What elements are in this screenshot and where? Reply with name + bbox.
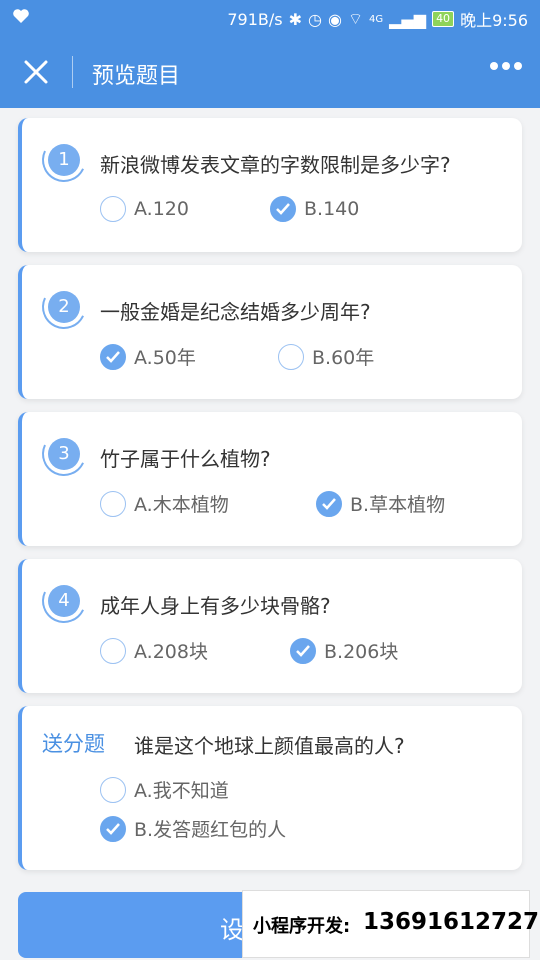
bonus-question-card: 送分题 谁是这个地球上颜值最高的人? A.我不知道 B.发答题红包的人	[18, 706, 522, 870]
check-icon[interactable]	[100, 815, 126, 842]
page-title: 预览题目	[92, 64, 181, 89]
question-number: 4	[48, 585, 80, 617]
radio-unchecked-icon[interactable]	[278, 343, 304, 370]
bonus-label: 送分题	[42, 732, 105, 756]
option-label: B.发答题红包的人	[134, 819, 287, 841]
option-label: B.206块	[324, 641, 399, 663]
option-label: A.120	[134, 198, 189, 220]
option-a[interactable]: A.木本植物	[100, 490, 229, 517]
submit-button-label: 设	[220, 916, 244, 944]
question-number: 3	[48, 438, 80, 470]
option-b[interactable]: B.草本植物	[316, 490, 445, 517]
option-label: A.我不知道	[134, 780, 229, 802]
promo-phone: 13691612727	[363, 909, 540, 935]
nav-bar: 预览题目	[0, 36, 540, 108]
check-icon[interactable]	[290, 637, 316, 664]
option-a[interactable]: A.208块	[100, 637, 208, 664]
question-card-3: 3 竹子属于什么植物? A.木本植物 B.草本植物	[18, 412, 522, 546]
radio-unchecked-icon[interactable]	[100, 196, 126, 222]
network-speed: 791B/s	[227, 9, 283, 29]
eye-icon: ◉	[328, 9, 342, 29]
heart-icon	[12, 8, 30, 28]
question-list: 1 新浪微博发表文章的字数限制是多少字? A.120 B.140 2 一般金婚是…	[18, 118, 522, 883]
close-icon[interactable]	[18, 54, 54, 90]
promo-label: 小程序开发:	[253, 916, 351, 937]
question-text: 新浪微博发表文章的字数限制是多少字?	[100, 153, 451, 177]
question-text: 成年人身上有多少块骨骼?	[100, 594, 331, 618]
clock: 晚上9:56	[460, 11, 528, 30]
option-a[interactable]: A.120	[100, 196, 189, 222]
check-icon[interactable]	[316, 490, 342, 517]
option-label: B.60年	[312, 347, 375, 369]
option-label: B.140	[304, 198, 360, 220]
check-icon[interactable]	[270, 196, 296, 222]
radio-unchecked-icon[interactable]	[100, 490, 126, 517]
option-label: B.草本植物	[350, 494, 446, 516]
option-b[interactable]: B.140	[270, 196, 359, 222]
option-b[interactable]: B.206块	[290, 637, 398, 664]
option-a[interactable]: A.我不知道	[100, 776, 229, 803]
option-label: A.50年	[134, 347, 196, 369]
option-b[interactable]: B.60年	[278, 343, 374, 370]
question-card-4: 4 成年人身上有多少块骨骼? A.208块 B.206块	[18, 559, 522, 693]
question-card-2: 2 一般金婚是纪念结婚多少周年? A.50年 B.60年	[18, 265, 522, 399]
radio-unchecked-icon[interactable]	[100, 776, 126, 803]
option-label: A.木本植物	[134, 494, 229, 516]
signal-icon: ▂▄▆	[389, 9, 427, 29]
network-type: 4G	[369, 13, 384, 25]
radio-unchecked-icon[interactable]	[100, 637, 126, 664]
option-b[interactable]: B.发答题红包的人	[100, 815, 286, 842]
check-icon[interactable]	[100, 343, 126, 370]
option-a[interactable]: A.50年	[100, 343, 196, 370]
question-card-1: 1 新浪微博发表文章的字数限制是多少字? A.120 B.140	[18, 118, 522, 252]
promo-banner: 小程序开发: 13691612727	[242, 890, 539, 958]
wifi-icon: ⌔	[347, 9, 364, 28]
alarm-icon: ◷	[308, 9, 322, 29]
question-text: 竹子属于什么植物?	[100, 447, 271, 471]
status-bar: 791B/s ✱ ◷ ◉ ⌔ 4G ▂▄▆ 40 晚上9:56	[0, 0, 540, 36]
question-number: 1	[48, 144, 80, 176]
battery-icon: 40	[432, 11, 455, 27]
nav-divider	[72, 56, 73, 88]
question-text: 谁是这个地球上颜值最高的人?	[134, 734, 405, 758]
option-label: A.208块	[134, 641, 208, 663]
question-number: 2	[48, 291, 80, 323]
more-dots-icon[interactable]	[490, 62, 522, 70]
question-text: 一般金婚是纪念结婚多少周年?	[100, 300, 371, 324]
bluetooth-icon: ✱	[288, 9, 303, 29]
